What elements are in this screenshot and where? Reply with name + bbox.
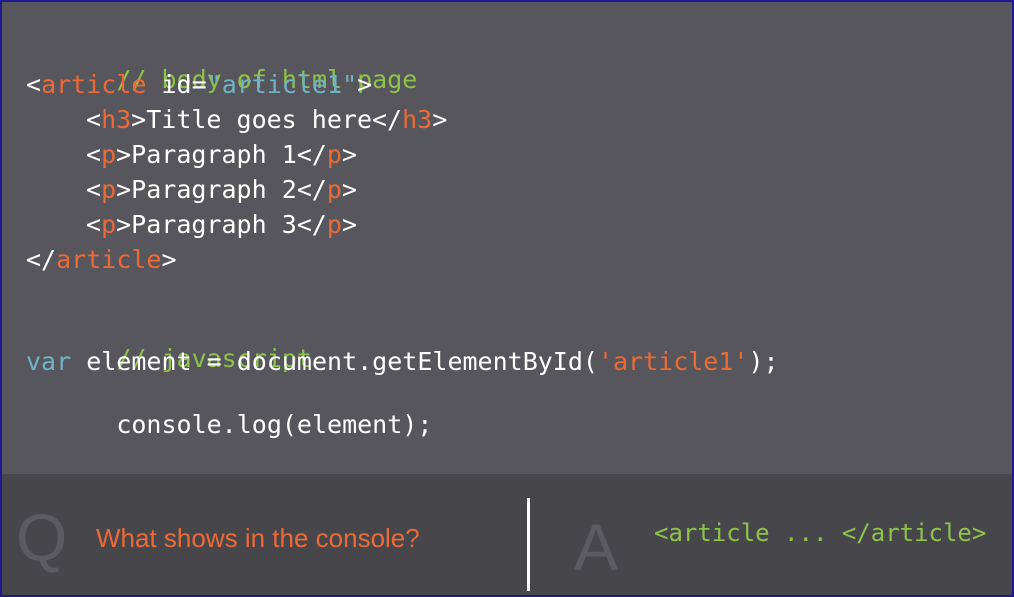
question-text: What shows in the console? — [96, 523, 420, 553]
answer-text: <article ... </article> — [654, 519, 987, 547]
p2-text: >Paragraph 2</ — [116, 175, 327, 204]
h3-lt: < — [86, 105, 102, 134]
js-var-mid: element = document.getElementById( — [71, 347, 598, 376]
h3-gt: > — [432, 105, 448, 134]
p1-gt: > — [341, 140, 357, 169]
p2-lt: < — [86, 175, 102, 204]
slide-frame: // body of html page <article id="articl… — [0, 0, 1014, 597]
js-var-end: ); — [748, 347, 779, 376]
article-attr-value: "article1" — [206, 70, 358, 99]
article-tag: article — [41, 70, 147, 99]
js-log-line: console.log(element); — [26, 380, 432, 470]
article-close-line: </article> — [26, 245, 177, 275]
p3-text: >Paragraph 3</ — [116, 210, 327, 239]
js-string: 'article1' — [597, 347, 749, 376]
qa-divider — [527, 498, 530, 591]
h3-tag: h3 — [101, 105, 132, 134]
code-panel: // body of html page <article id="articl… — [2, 2, 1012, 474]
article-close-tag: article — [56, 245, 162, 274]
p2-gt: > — [341, 175, 357, 204]
p3-close-tag: p — [326, 210, 342, 239]
p1-close-tag: p — [326, 140, 342, 169]
js-log: console.log(element); — [116, 410, 433, 439]
js-var-line: var element = document.getElementById('a… — [26, 347, 779, 377]
p1-text: >Paragraph 1</ — [116, 140, 327, 169]
article-attr-name: id= — [146, 70, 207, 99]
js-var-keyword: var — [26, 347, 72, 376]
qa-bar: Q What shows in the console? A <article … — [2, 474, 1012, 595]
answer-letter: A — [574, 510, 619, 584]
p3-line: <p>Paragraph 3</p> — [26, 210, 357, 240]
p1-tag: p — [101, 140, 117, 169]
h3-line: <h3>Title goes here</h3> — [26, 105, 447, 135]
h3-text: >Title goes here</ — [131, 105, 403, 134]
article-close-lt: </ — [26, 245, 57, 274]
p2-line: <p>Paragraph 2</p> — [26, 175, 357, 205]
p3-gt: > — [341, 210, 357, 239]
p3-tag: p — [101, 210, 117, 239]
article-open-line: <article id="article1"> — [26, 70, 372, 100]
p1-line: <p>Paragraph 1</p> — [26, 140, 357, 170]
h3-close-tag: h3 — [402, 105, 433, 134]
p2-close-tag: p — [326, 175, 342, 204]
question-letter: Q — [16, 500, 68, 574]
p1-lt: < — [86, 140, 102, 169]
article-open-gt: > — [357, 70, 373, 99]
p3-lt: < — [86, 210, 102, 239]
article-close-gt: > — [161, 245, 177, 274]
p2-tag: p — [101, 175, 117, 204]
article-open-lt: < — [26, 70, 42, 99]
